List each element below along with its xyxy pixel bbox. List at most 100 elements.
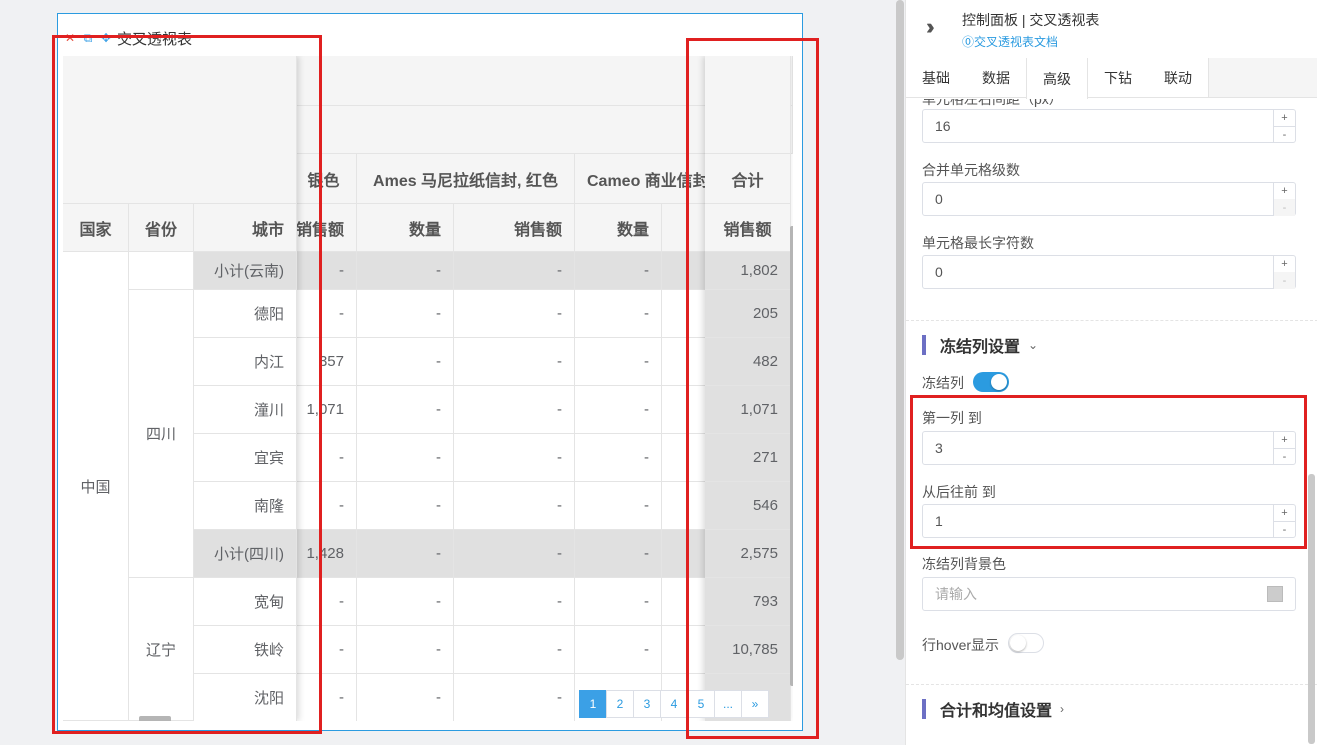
table-cell: - [575, 290, 662, 338]
total-section-header[interactable]: 合计和均值设置 › [922, 699, 1065, 720]
cell-padding-label: 单元格左右间距（px） [922, 99, 1063, 107]
tab-advanced[interactable]: 高级 [1026, 58, 1088, 99]
table-cell: - [291, 626, 357, 674]
merge-levels-label: 合并单元格级数 [922, 162, 1020, 178]
decrement-button[interactable]: - [1273, 448, 1295, 465]
total-cell: 271 [705, 434, 791, 482]
tab-linkage[interactable]: 联动 [1148, 58, 1208, 98]
tab-drilldown[interactable]: 下钻 [1088, 58, 1148, 98]
table-vertical-scrollbar[interactable] [790, 226, 793, 686]
panel-tabs: 基础 数据 高级 下钻 联动 [906, 58, 1317, 99]
decrement-button[interactable]: - [1273, 126, 1295, 143]
table-horizontal-scrollbar[interactable] [139, 716, 171, 721]
city-cell: 小计(四川) [194, 530, 297, 578]
city-cell: 铁岭 [194, 626, 297, 674]
page-button[interactable]: ... [714, 690, 742, 718]
table-cell: - [575, 626, 662, 674]
merge-levels-input[interactable]: 0 + - [922, 182, 1296, 216]
city-cell: 小计(云南) [194, 252, 297, 290]
table-cell: - [454, 290, 575, 338]
city-cell: 德阳 [194, 290, 297, 338]
city-cell: 宜宾 [194, 434, 297, 482]
table-cell: - [291, 578, 357, 626]
table-cell: - [454, 674, 575, 721]
page-button[interactable]: » [741, 690, 769, 718]
tab-data[interactable]: 数据 [966, 58, 1026, 98]
panel-title: 控制面板 | 交叉透视表 [962, 12, 1100, 28]
increment-button[interactable]: + [1273, 505, 1295, 522]
page-button[interactable]: 2 [606, 690, 634, 718]
city-cell: 南隆 [194, 482, 297, 530]
total-section-title: 合计和均值设置 [940, 703, 1053, 720]
table-cell: - [575, 338, 662, 386]
row-hover-toggle[interactable] [1008, 633, 1044, 653]
control-panel: ›› 控制面板 | 交叉透视表 ⓪交叉透视表文档 基础 数据 高级 下钻 联动 … [905, 0, 1317, 745]
bg-color-input[interactable] [922, 577, 1296, 611]
increment-button[interactable]: + [1273, 432, 1295, 449]
back-col-input[interactable]: 1 + - [922, 504, 1296, 538]
page-button[interactable]: 4 [660, 690, 688, 718]
move-icon[interactable]: ✥ [99, 31, 113, 45]
decrement-button[interactable]: - [1273, 521, 1295, 538]
city-cell: 宽甸 [194, 578, 297, 626]
table-cell: - [357, 290, 454, 338]
table-cell: - [575, 252, 662, 290]
table-cell: - [291, 434, 357, 482]
pivot-table-widget[interactable]: ✕ ⧉ ✥ 交叉透视表 银色 Ames 马尼拉纸信封, 红色 Cameo 商业信… [57, 13, 803, 731]
collapse-chevron-icon[interactable]: ›› [926, 14, 934, 40]
header-col-partial: 银色 [291, 154, 357, 204]
decrement-button[interactable]: - [1273, 272, 1295, 289]
province-cell-liaoning: 辽宁 [129, 578, 194, 721]
total-cell: 1,071 [705, 386, 791, 434]
page-button[interactable]: 5 [687, 690, 715, 718]
table-cell: - [357, 626, 454, 674]
chevron-right-icon: › [1060, 702, 1065, 716]
page-button[interactable]: 1 [579, 690, 607, 718]
merge-levels-value: 0 [935, 191, 943, 207]
table-cell: - [454, 252, 575, 290]
tab-basic[interactable]: 基础 [906, 58, 966, 98]
cell-padding-input[interactable]: 16 + - [922, 109, 1296, 143]
header-col-ames: Ames 马尼拉纸信封, 红色 [357, 154, 575, 204]
first-col-input[interactable]: 3 + - [922, 431, 1296, 465]
increment-button[interactable]: + [1273, 256, 1295, 273]
table-cell: - [357, 674, 454, 721]
subheader-province: 省份 [129, 204, 194, 252]
panel-scrollbar[interactable] [1308, 474, 1315, 744]
subheader-sales-1: 销售额 [291, 204, 357, 252]
country-cell: 中国 [63, 252, 129, 721]
close-icon[interactable]: ✕ [63, 31, 77, 45]
increment-button[interactable]: + [1273, 183, 1295, 200]
widget-title: 交叉透视表 [117, 30, 193, 48]
frozen-corner [63, 56, 297, 204]
increment-button[interactable]: + [1273, 110, 1295, 127]
color-swatch[interactable] [1267, 586, 1283, 602]
total-cell: 1,802 [705, 252, 791, 290]
frozen-right-column: 合计 销售额 1,802 205 482 1,071 271 546 2,575 793 10,… [705, 56, 791, 721]
table-cell: - [357, 252, 454, 290]
freeze-section-header[interactable]: 冻结列设置 ⌄ [922, 335, 1038, 356]
panel-header: ›› 控制面板 | 交叉透视表 ⓪交叉透视表文档 [906, 0, 1317, 58]
freeze-section-title: 冻结列设置 [940, 339, 1021, 356]
canvas-scrollbar[interactable] [896, 0, 904, 660]
table-cell: - [357, 578, 454, 626]
freeze-toggle[interactable] [973, 372, 1009, 392]
max-chars-input[interactable]: 0 + - [922, 255, 1296, 289]
doc-link[interactable]: ⓪交叉透视表文档 [962, 33, 1058, 50]
pagination: 1 2 3 4 5...» [579, 690, 769, 718]
subheader-qty-2: 数量 [575, 204, 662, 252]
clipped-label-wrap: 单元格左右间距（px） [906, 99, 1317, 109]
frozen-right-corner [705, 56, 791, 154]
copy-icon[interactable]: ⧉ [81, 31, 95, 46]
decrement-button[interactable]: - [1273, 199, 1295, 216]
total-cell: 2,575 [705, 530, 791, 578]
table-cell: - [291, 674, 357, 721]
total-cell: 10,785 [705, 626, 791, 674]
subheader-sales-2: 销售额 [454, 204, 575, 252]
subheader-city: 城市 [194, 204, 297, 252]
bg-color-field[interactable] [935, 586, 1235, 602]
page-button[interactable]: 3 [633, 690, 661, 718]
frozen-left-columns: 国家 省份 城市 中国 四川 辽宁 小计(云南) 德阳 内江 潼川 宜宾 南隆 小计(四川)… [63, 56, 297, 721]
cell-padding-value: 16 [935, 118, 951, 134]
table-cell: - [357, 386, 454, 434]
